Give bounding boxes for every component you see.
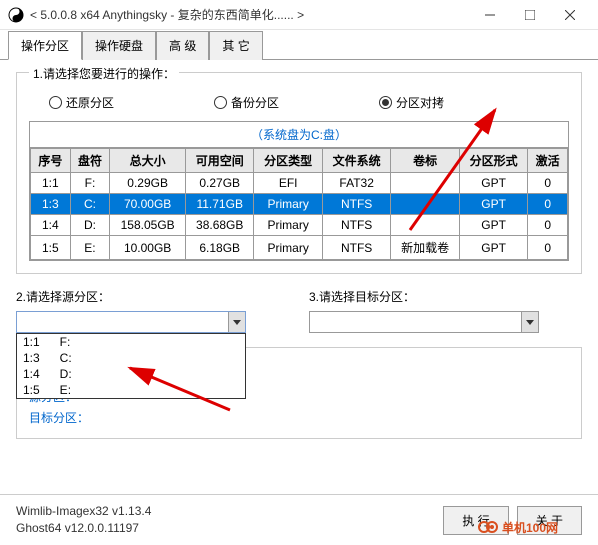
dropdown-item[interactable]: 1:4 D: (17, 366, 245, 382)
table-row[interactable]: 1:4D:158.05GB38.68GBPrimaryNTFSGPT0 (31, 215, 568, 236)
chevron-down-icon[interactable] (521, 312, 538, 332)
radio-copy-label: 分区对拷 (396, 94, 444, 111)
table-header[interactable]: 分区类型 (254, 149, 322, 173)
dropdown-item[interactable]: 1:3 C: (17, 350, 245, 366)
radio-copy[interactable]: 分区对拷 (379, 94, 444, 111)
tab-disk[interactable]: 操作硬盘 (82, 31, 156, 60)
table-row[interactable]: 1:3C:70.00GB11.71GBPrimaryNTFSGPT0 (31, 194, 568, 215)
maximize-button[interactable] (510, 0, 550, 30)
source-dropdown: 1:1 F:1:3 C:1:4 D:1:5 E: (16, 333, 246, 399)
radio-restore-label: 还原分区 (66, 94, 114, 111)
version-ghost: Ghost64 v12.0.0.11197 (16, 520, 151, 537)
operation-group-label: 1.请选择您要进行的操作： (29, 65, 179, 82)
source-label: 2.请选择源分区： (16, 288, 289, 305)
table-row[interactable]: 1:1F:0.29GB0.27GBEFIFAT32GPT0 (31, 173, 568, 194)
dropdown-item[interactable]: 1:5 E: (17, 382, 245, 398)
table-header[interactable]: 可用空间 (185, 149, 253, 173)
radio-backup[interactable]: 备份分区 (214, 94, 279, 111)
chevron-down-icon[interactable] (228, 312, 245, 332)
tab-bar: 操作分区 操作硬盘 高 级 其 它 (0, 30, 598, 60)
titlebar: < 5.0.0.8 x64 Anythingsky - 复杂的东西简单化....… (0, 0, 598, 30)
system-disk-hint: （系统盘为C:盘） (29, 121, 569, 147)
dropdown-item[interactable]: 1:1 F: (17, 334, 245, 350)
table-row[interactable]: 1:5E:10.00GB6.18GBPrimaryNTFS新加载卷GPT0 (31, 236, 568, 260)
partition-table[interactable]: 序号盘符总大小可用空间分区类型文件系统卷标分区形式激活1:1F:0.29GB0.… (29, 147, 569, 261)
status-target: 目标分区： (29, 407, 569, 428)
watermark: 单机100网 (478, 517, 558, 537)
minimize-button[interactable] (470, 0, 510, 30)
table-header[interactable]: 文件系统 (322, 149, 390, 173)
watermark-text: 单机100网 (502, 519, 558, 536)
table-header[interactable]: 总大小 (110, 149, 186, 173)
window-title: < 5.0.0.8 x64 Anythingsky - 复杂的东西简单化....… (30, 6, 470, 23)
close-button[interactable] (550, 0, 590, 30)
source-combo[interactable]: 1:1 F:1:3 C:1:4 D:1:5 E: (16, 311, 246, 333)
tab-advanced[interactable]: 高 级 (156, 31, 209, 60)
table-header[interactable]: 分区形式 (459, 149, 527, 173)
table-header[interactable]: 盘符 (70, 149, 110, 173)
radio-backup-label: 备份分区 (231, 94, 279, 111)
table-header[interactable]: 卷标 (391, 149, 459, 173)
table-header[interactable]: 序号 (31, 149, 71, 173)
target-label: 3.请选择目标分区： (309, 288, 582, 305)
watermark-icon (478, 517, 498, 537)
app-icon (8, 7, 24, 23)
table-header[interactable]: 激活 (528, 149, 568, 173)
operation-group: 1.请选择您要进行的操作： 还原分区 备份分区 分区对拷 （系统盘为C:盘） 序… (16, 72, 582, 274)
tab-partition[interactable]: 操作分区 (8, 31, 82, 60)
radio-restore[interactable]: 还原分区 (49, 94, 114, 111)
target-combo[interactable] (309, 311, 539, 333)
version-wimlib: Wimlib-Imagex32 v1.13.4 (16, 503, 151, 520)
tab-other[interactable]: 其 它 (209, 31, 262, 60)
